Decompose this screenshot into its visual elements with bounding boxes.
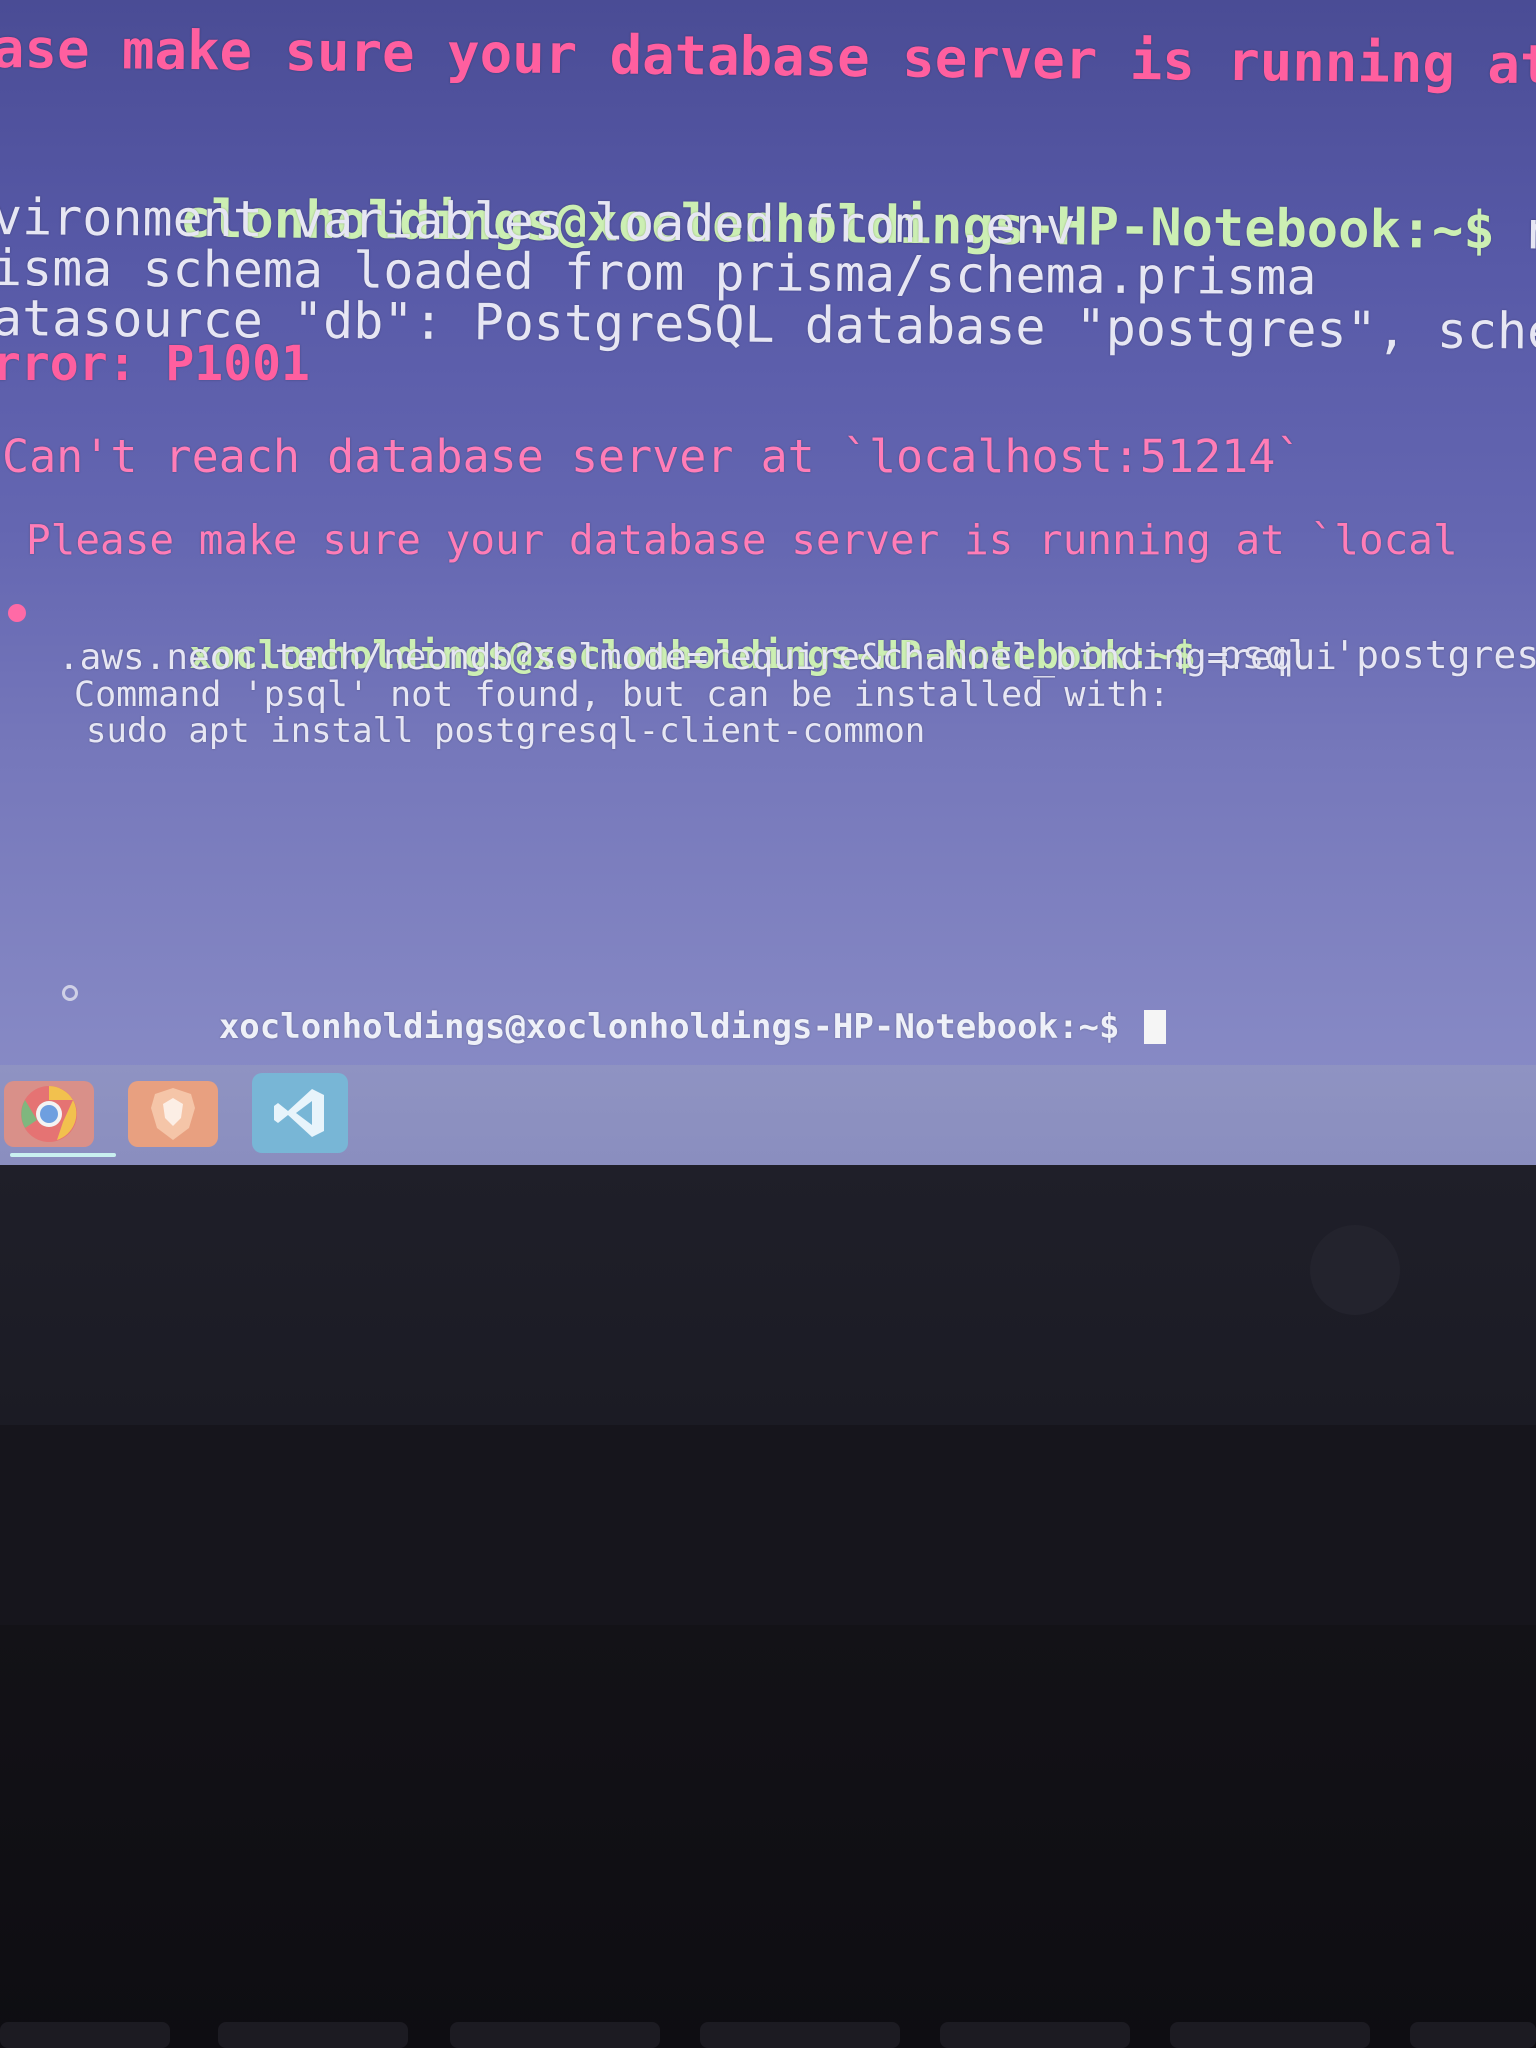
prompt-text: xoclonholdings@xoclonholdings-HP-Noteboo… <box>218 1007 1120 1047</box>
hp-logo-icon <box>1310 1225 1400 1315</box>
terminal-line-error-code: rror: P1001 <box>0 336 310 392</box>
keyboard-top-row <box>0 2010 1536 2048</box>
cursor-block <box>1143 1010 1166 1044</box>
terminal-line-make-sure: Please make sure your database server is… <box>26 516 1458 564</box>
terminal-line-install-hint: sudo apt install postgresql-client-commo… <box>86 711 926 751</box>
command-text: npx prism <box>1525 201 1536 263</box>
terminal-line-not-found: Command 'psql' not found, but can be ins… <box>74 675 1170 715</box>
laptop-hinge <box>0 1625 1536 2048</box>
command-input[interactable] <box>1120 1007 1140 1047</box>
key <box>1410 2022 1536 2048</box>
taskbar-app-vscode[interactable] <box>252 1073 348 1153</box>
laptop-bezel-lower <box>0 1425 1536 1625</box>
active-app-indicator <box>10 1153 116 1157</box>
chrome-icon <box>21 1086 77 1142</box>
error-status-dot-icon <box>8 604 26 622</box>
key <box>0 2022 170 2048</box>
laptop-screen: ase make sure your database server is ru… <box>0 0 1536 1165</box>
terminal-line-error-hint-top: ase make sure your database server is ru… <box>0 17 1536 98</box>
taskbar-app-brave[interactable] <box>128 1081 218 1147</box>
key <box>218 2022 408 2048</box>
key <box>700 2022 900 2048</box>
key <box>940 2022 1130 2048</box>
brave-icon <box>151 1088 195 1140</box>
idle-status-ring-icon <box>62 985 78 1001</box>
laptop-bezel <box>0 1165 1536 1425</box>
terminal-line-neon-url: .aws.neon.tech/neondb?sslmode=require&ch… <box>58 637 1337 678</box>
terminal-prompt-line-current[interactable]: xoclonholdings@xoclonholdings-HP-Noteboo… <box>96 976 1166 1065</box>
key <box>450 2022 660 2048</box>
taskbar <box>0 1065 1536 1165</box>
key <box>1170 2022 1370 2048</box>
terminal-window[interactable]: ase make sure your database server is ru… <box>0 0 1536 1065</box>
vscode-icon <box>274 1089 324 1137</box>
taskbar-app-chrome[interactable] <box>4 1081 94 1147</box>
terminal-line-cant-reach: Can't reach database server at `localhos… <box>2 430 1303 483</box>
